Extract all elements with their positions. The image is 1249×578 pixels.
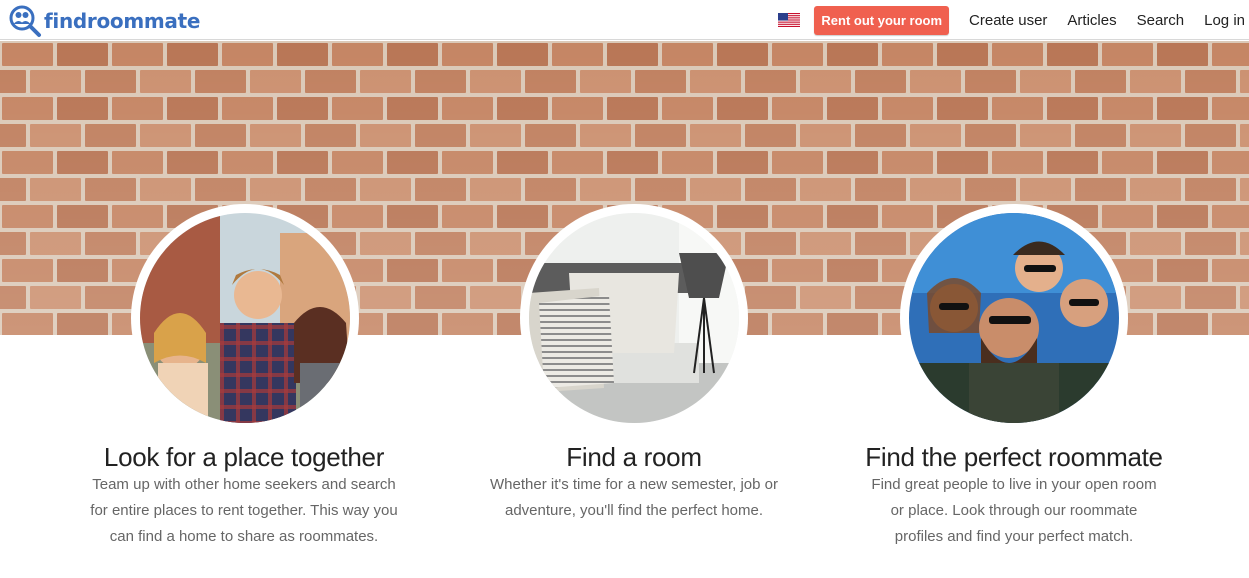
feature-description-line: adventure, you'll find the perfect home. <box>504 502 764 519</box>
feature-description-line: Whether it's time for a new semester, jo… <box>490 476 778 493</box>
feature-description-line: Team up with other home seekers and sear… <box>92 476 396 493</box>
feature-description-line: Find great people to live in your open r… <box>871 476 1157 493</box>
logo-text: findroommate <box>44 9 201 33</box>
bedroom-photo <box>529 213 739 423</box>
feature-photo-frame <box>131 204 359 432</box>
feature-title: Look for a place together <box>103 442 385 472</box>
nav-create-user[interactable]: Create user <box>969 12 1047 29</box>
feature-description-line: or place. Look through our roommate <box>890 502 1138 519</box>
logo-magnifier-icon <box>9 5 41 37</box>
feature-photo-frame <box>900 204 1128 432</box>
feature-description-line: profiles and find your perfect match. <box>894 528 1134 545</box>
top-nav: Rent out your room Create user Articles … <box>778 0 1249 40</box>
feature-description-line: for entire places to rent together. This… <box>90 502 398 519</box>
feature-title: Find a room <box>566 442 702 472</box>
nav-search[interactable]: Search <box>1137 12 1185 29</box>
rent-out-room-button[interactable]: Rent out your room <box>814 5 950 35</box>
feature-description-line: can find a home to share as roommates. <box>109 528 379 545</box>
nav-log-in[interactable]: Log in <box>1204 12 1245 29</box>
group-of-friends-photo <box>140 213 350 423</box>
site-header: findroommate Rent out your room Create u… <box>0 0 1249 40</box>
feature-description: Find great people to live in your open r… <box>804 472 1224 550</box>
feature-description: Team up with other home seekers and sear… <box>34 472 454 550</box>
nav-articles[interactable]: Articles <box>1067 12 1116 29</box>
feature-description: Whether it's time for a new semester, jo… <box>424 472 844 524</box>
us-flag-icon[interactable] <box>778 13 801 27</box>
feature-title: Find the perfect roommate <box>865 442 1163 472</box>
logo[interactable]: findroommate <box>8 4 200 38</box>
feature-photo-frame <box>520 204 748 432</box>
friends-selfie-photo <box>909 213 1119 423</box>
